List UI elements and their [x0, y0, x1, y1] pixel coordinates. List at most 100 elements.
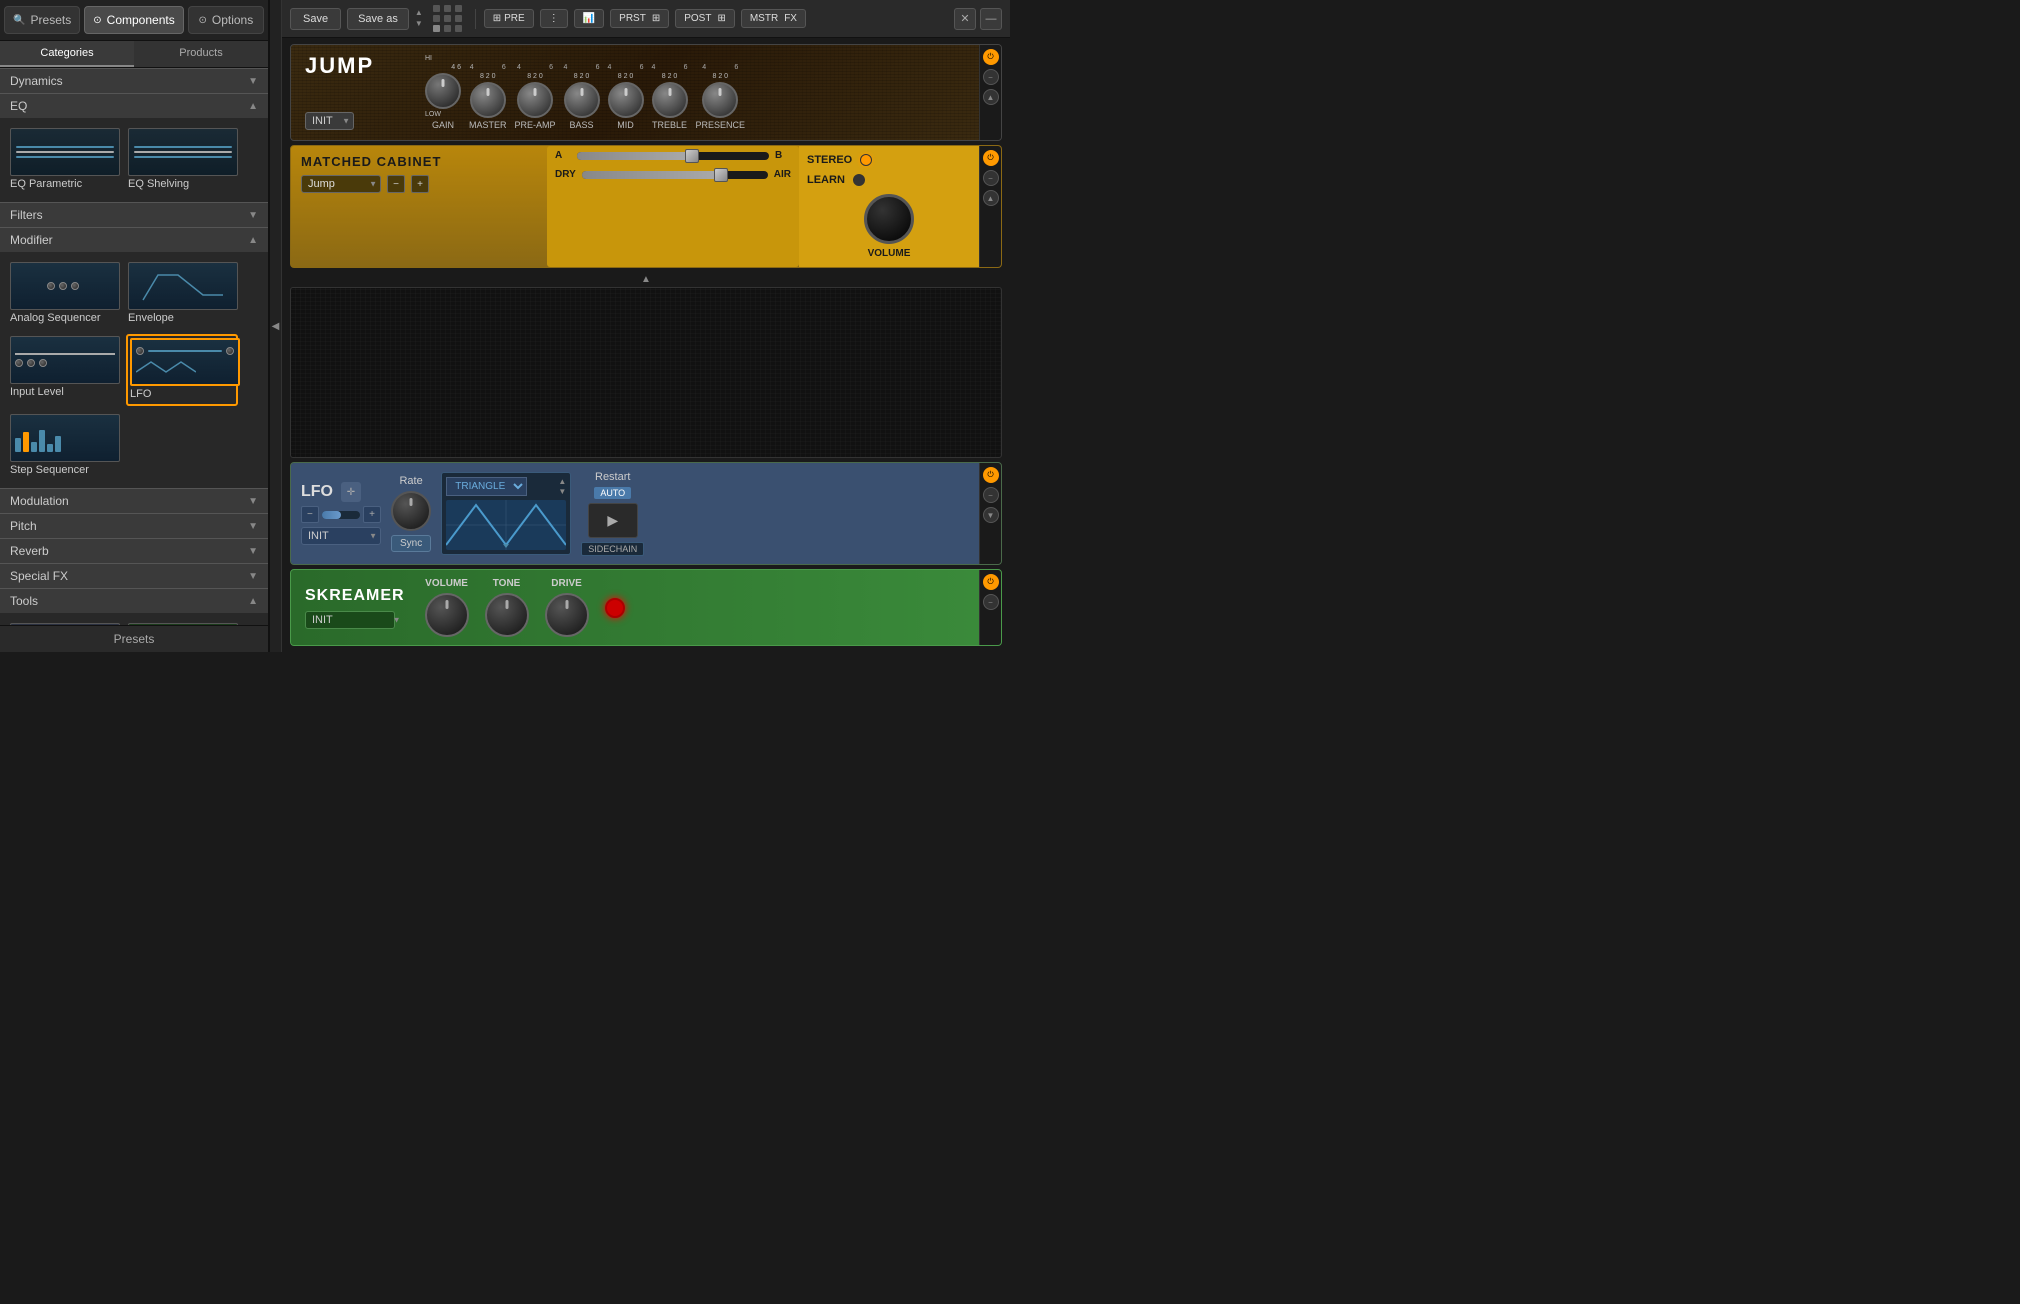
component-eq-parametric[interactable]: EQ Parametric: [8, 126, 120, 194]
section-modifier[interactable]: Modifier ▲: [0, 227, 268, 252]
jump-power-btn[interactable]: ⏻: [983, 49, 999, 65]
wave-up-arrow[interactable]: ▲: [558, 477, 566, 487]
lfo-minus-btn[interactable]: −: [301, 506, 319, 523]
stereo-led[interactable]: [860, 154, 872, 166]
section-special-fx[interactable]: Special FX ▼: [0, 563, 268, 588]
jump-minus-btn[interactable]: −: [983, 69, 999, 85]
component-analog-sequencer[interactable]: Analog Sequencer: [8, 260, 120, 328]
wave-down-arrow[interactable]: ▼: [558, 487, 566, 497]
prst-btn[interactable]: PRST ⊞: [610, 9, 669, 28]
tab-components[interactable]: ⊙ Components: [84, 6, 183, 34]
lfo-down-btn[interactable]: ▼: [983, 507, 999, 523]
lfo-power-btn[interactable]: ⏻: [983, 467, 999, 483]
tab-options[interactable]: ⊙ Options: [188, 6, 264, 34]
post-btn[interactable]: POST ⊞: [675, 9, 735, 28]
component-container[interactable]: Container: [8, 621, 120, 625]
skreamer-power-btn[interactable]: ⏻: [983, 574, 999, 590]
treble-knob[interactable]: [652, 82, 688, 118]
presence-knob[interactable]: [702, 82, 738, 118]
jump-init-select-wrap[interactable]: INIT ▼: [305, 112, 354, 130]
chart-btn[interactable]: 📊: [574, 9, 604, 28]
cabinet-expand-btn[interactable]: ▲: [983, 190, 999, 206]
section-pitch[interactable]: Pitch ▼: [0, 513, 268, 538]
section-modulation[interactable]: Modulation ▼: [0, 488, 268, 513]
container-thumb: [10, 623, 120, 625]
wave-top-row: TRIANGLE ▲ ▼: [446, 477, 566, 496]
tab-presets[interactable]: 🔍 Presets: [4, 6, 80, 34]
tuner-btn[interactable]: ⋮: [540, 9, 568, 28]
component-input-level[interactable]: Input Level: [8, 334, 120, 406]
tools-content: Container CrossOver MASTER: [0, 613, 268, 625]
lfo-depth-slider[interactable]: [322, 511, 360, 519]
component-envelope[interactable]: Envelope: [126, 260, 238, 328]
pitch-arrow: ▼: [248, 521, 258, 532]
lfo-minus-side-btn[interactable]: −: [983, 487, 999, 503]
component-crossover[interactable]: CrossOver: [126, 621, 238, 625]
eq-parametric-thumb: [10, 128, 120, 176]
preamp-knob[interactable]: [517, 82, 553, 118]
cabinet-preset-select[interactable]: Jump: [301, 175, 381, 193]
cabinet-minus-btn[interactable]: −: [983, 170, 999, 186]
gain-knob[interactable]: [425, 73, 461, 109]
skreamer-init-select[interactable]: INIT: [305, 611, 395, 629]
right-toolbar: Save Save as ▲ ▼ ⊞ PRE ⋮ 📊 PRST ⊞ POST: [282, 0, 1010, 38]
section-eq[interactable]: EQ ▲: [0, 93, 268, 118]
section-filters[interactable]: Filters ▼: [0, 202, 268, 227]
tuner-icon: ⋮: [549, 13, 559, 24]
learn-led[interactable]: [853, 174, 865, 186]
save-as-button[interactable]: Save as: [347, 8, 409, 30]
panel-scroll[interactable]: Dynamics ▼ EQ ▲ EQ Parametric: [0, 68, 268, 625]
minimize-button[interactable]: —: [980, 8, 1002, 30]
scroll-up-arrow[interactable]: ▲: [415, 8, 423, 18]
component-lfo[interactable]: LFO: [126, 334, 238, 406]
scroll-arrows[interactable]: ▲ ▼: [415, 8, 423, 29]
lfo-wave-type-select[interactable]: TRIANGLE: [446, 477, 527, 496]
skreamer-drive-knob[interactable]: [545, 593, 589, 637]
mid-knob-group: 46 8 2 0 MID: [608, 64, 644, 130]
jump-expand-btn[interactable]: ▲: [983, 89, 999, 105]
scroll-down-arrow[interactable]: ▼: [415, 19, 423, 29]
cabinet-dry-track[interactable]: [582, 171, 768, 179]
pre-btn[interactable]: ⊞ PRE: [484, 9, 534, 28]
master-knob[interactable]: [470, 82, 506, 118]
lfo-sync-btn[interactable]: Sync: [391, 535, 431, 552]
skreamer-volume-knob[interactable]: [425, 593, 469, 637]
cabinet-plus-btn[interactable]: +: [411, 175, 429, 193]
cabinet-power-btn[interactable]: ⏻: [983, 150, 999, 166]
lfo-sidechain-btn[interactable]: SIDECHAIN: [581, 542, 644, 556]
save-button[interactable]: Save: [290, 8, 341, 30]
skreamer-led[interactable]: [605, 598, 625, 618]
divider-arrow[interactable]: ▲: [290, 272, 1002, 287]
sub-tab-categories[interactable]: Categories: [0, 41, 134, 67]
close-button[interactable]: ✕: [954, 8, 976, 30]
lfo-init-select[interactable]: INIT: [301, 527, 381, 545]
skreamer-body: SKREAMER INIT ▼ VOLUME TONE: [291, 570, 979, 645]
panel-collapse-handle[interactable]: ◀: [270, 0, 282, 652]
component-step-sequencer[interactable]: Step Sequencer: [8, 412, 120, 480]
component-eq-shelving[interactable]: EQ Shelving: [126, 126, 238, 194]
toolbar-close-group: ✕ —: [954, 8, 1002, 30]
cabinet-volume-knob[interactable]: [864, 194, 914, 244]
lfo-restart-play-btn[interactable]: ▶: [588, 503, 638, 538]
sub-tab-products[interactable]: Products: [134, 41, 268, 67]
lfo-plus-btn[interactable]: +: [363, 506, 381, 523]
bottom-presets[interactable]: Presets: [0, 625, 268, 652]
section-tools[interactable]: Tools ▲: [0, 588, 268, 613]
skreamer-minus-btn[interactable]: −: [983, 594, 999, 610]
cabinet-minus-btn[interactable]: −: [387, 175, 405, 193]
cabinet-select-wrap[interactable]: Jump ▼: [301, 175, 381, 193]
gain-knob-group: HI 4 6 LOW GAIN: [425, 55, 461, 130]
mid-knob[interactable]: [608, 82, 644, 118]
lfo-move-icon[interactable]: ✛: [341, 482, 361, 502]
skreamer-select-wrap[interactable]: INIT ▼: [305, 611, 405, 629]
lfo-select-row[interactable]: INIT ▼: [301, 527, 381, 545]
lfo-auto-btn[interactable]: AUTO: [594, 487, 631, 499]
skreamer-tone-knob[interactable]: [485, 593, 529, 637]
section-reverb[interactable]: Reverb ▼: [0, 538, 268, 563]
lfo-rate-knob[interactable]: [391, 491, 431, 531]
bass-knob[interactable]: [564, 82, 600, 118]
mstr-btn[interactable]: MSTR FX: [741, 9, 806, 28]
cabinet-ab-track[interactable]: [577, 152, 769, 160]
jump-init-select[interactable]: INIT: [305, 112, 354, 130]
section-dynamics[interactable]: Dynamics ▼: [0, 68, 268, 93]
